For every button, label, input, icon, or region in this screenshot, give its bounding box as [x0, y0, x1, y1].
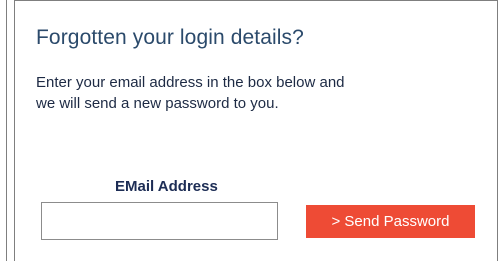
instructions-text: Enter your email address in the box belo… — [36, 74, 345, 112]
send-password-button[interactable]: > Send Password — [306, 205, 475, 238]
email-input[interactable] — [41, 202, 278, 240]
left-divider — [6, 0, 7, 261]
panel-title: Forgotten your login details? — [36, 26, 304, 49]
email-label: EMail Address — [115, 178, 218, 195]
page: Forgotten your login details? Enter your… — [0, 0, 499, 261]
